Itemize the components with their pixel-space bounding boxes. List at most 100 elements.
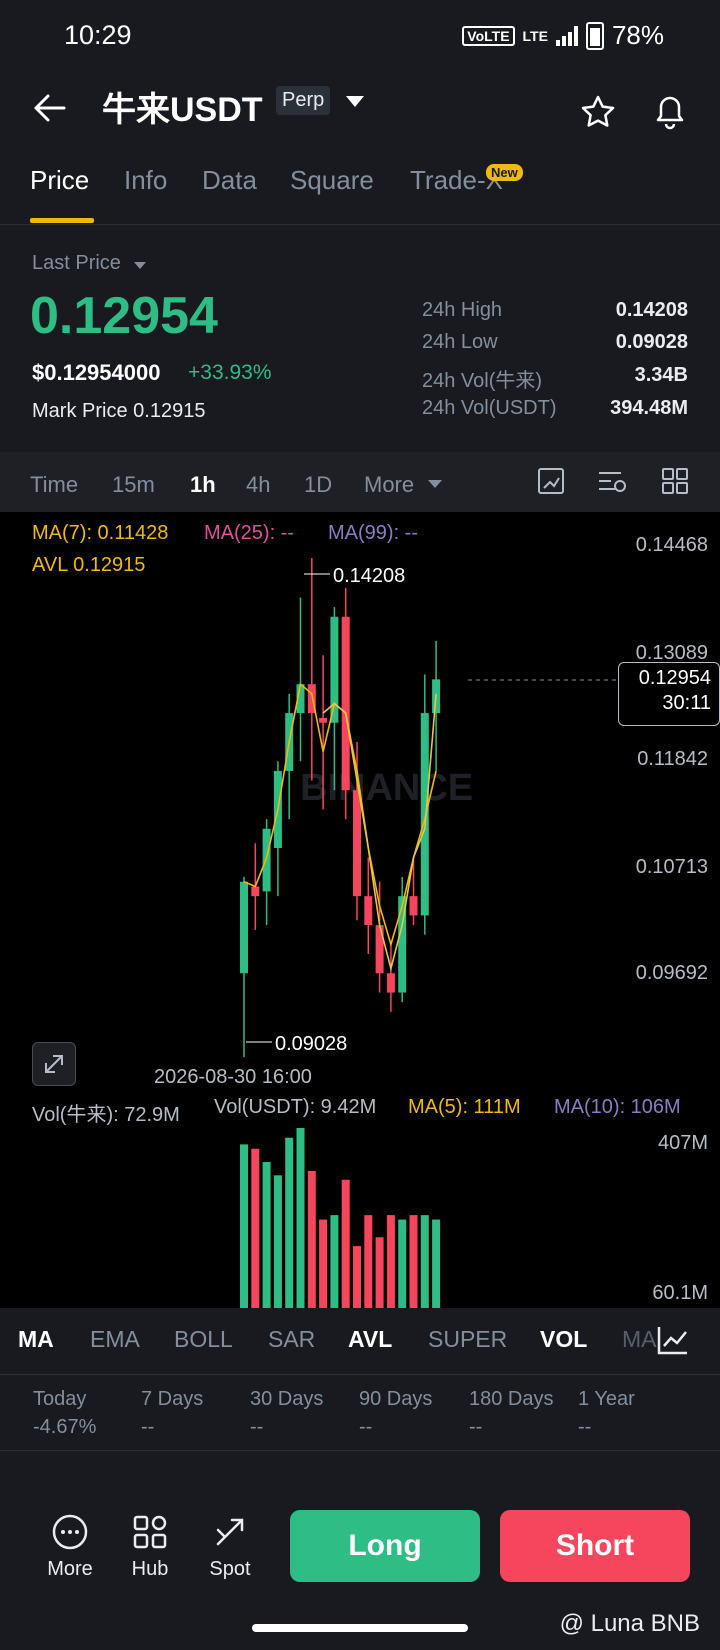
kline-svg[interactable]: BINANCE 0.14208 0.09028 [0,512,720,1308]
price-axis-label: 0.09692 [635,962,708,984]
candle-body [262,828,271,892]
interval-4h[interactable]: 4h [246,472,270,498]
tab-price[interactable]: Price [30,165,89,196]
price-axis-label: 0.11842 [637,748,708,770]
volume-bar [409,1215,418,1308]
period-value: -- [469,1416,483,1438]
last-price-label[interactable]: Last Price [32,252,121,275]
caret-down-icon[interactable] [134,262,146,269]
kline-chart[interactable]: BINANCE 0.14208 0.09028 MA(7): 0.11428 M… [0,512,720,1308]
period-value: -- [359,1416,373,1438]
volume-bar [341,1179,350,1308]
usd-price: $0.12954000 [32,360,161,385]
stat-label: 24h High [422,299,503,321]
fullscreen-button[interactable] [32,1042,76,1086]
hub-label: Hub [131,1558,169,1580]
candle-body [375,925,384,974]
vol-axis-bottom: 60.1M [652,1282,708,1304]
bell-alert-icon[interactable] [652,92,688,130]
indicator-boll[interactable]: BOLL [174,1326,233,1353]
indicator-ma[interactable]: MA [18,1326,54,1353]
stat-label: 24h Vol(牛来) [422,370,543,392]
indicator-ma-sub[interactable]: MA [622,1326,657,1353]
stat-label: 24h Low [422,331,498,353]
lte-icon: LTE [522,27,548,44]
vol-usdt-label: Vol(USDT): 9.42M [214,1096,377,1118]
indicator-avl[interactable]: AVL [348,1326,392,1353]
binance-watermark: BINANCE [300,767,473,809]
price-axis-label: 0.10713 [635,856,708,878]
interval-15m[interactable]: 15m [112,472,155,498]
tab-info[interactable]: Info [124,165,167,196]
indicator-vol[interactable]: VOL [540,1326,587,1353]
stat-value: 0.14208 [615,299,688,321]
volte-icon: VoLTE [462,25,515,46]
spot-arrows-icon [216,1518,244,1546]
pair-title[interactable]: 牛来USDT [102,82,263,131]
tab-square[interactable]: Square [290,165,374,196]
more-circle-icon [52,1514,88,1550]
volume-bars-group [240,1128,441,1308]
period-value: -- [141,1416,155,1438]
candle-body [386,973,395,993]
candle-body [353,790,361,897]
long-button[interactable]: Long [290,1510,480,1582]
expand-icon [45,1055,63,1073]
candle-body [319,717,328,723]
status-bar: 10:29 VoLTE LTE 78% [0,0,720,70]
indicator-settings-icon[interactable] [656,1324,690,1356]
candle-body [364,896,373,926]
hub-button[interactable]: Hub [116,1512,184,1581]
status-icons: VoLTE LTE 78% [462,20,664,51]
clock: 10:29 [64,20,132,50]
ma7-line [243,682,437,948]
caret-down-icon[interactable] [428,480,442,488]
favorite-star-icon[interactable] [580,94,616,130]
more-button[interactable]: More [36,1512,104,1581]
period-label: 180 Days [469,1388,554,1410]
interval-time[interactable]: Time [30,472,78,498]
chart-draw-icon[interactable] [536,466,566,496]
short-button[interactable]: Short [500,1510,690,1582]
period-value: -- [578,1416,592,1438]
volume-bar [285,1137,294,1308]
tab-data[interactable]: Data [202,165,257,196]
candle-body [420,713,429,916]
vol-axis-top: 407M [657,1132,708,1154]
spot-label: Spot [209,1558,251,1580]
divider [0,1450,720,1451]
vol-ma10-label: MA(10): 106M [554,1096,681,1118]
creator-watermark: @ Luna BNB [559,1610,700,1637]
last-price: 0.12954 [30,287,218,345]
period-value: -4.67% [33,1416,97,1438]
period-value: -- [250,1416,264,1438]
spot-button[interactable]: Spot [196,1512,264,1581]
volume-bar [420,1215,429,1308]
vol-coin-label: Vol(牛来): 72.9M [32,1104,180,1126]
main-tabs: Price Info Data Square Trade-X [0,165,720,225]
mark-price-value: 0.12915 [133,400,206,422]
volume-bar [375,1237,384,1308]
avl-label: AVL 0.12915 [32,554,146,576]
layout-grid-icon[interactable] [660,466,690,496]
stat-label: 24h Vol(USDT) [422,397,557,419]
interval-more[interactable]: More [364,472,414,498]
indicator-sar[interactable]: SAR [268,1326,315,1353]
chevron-down-icon[interactable] [346,96,364,107]
battery-icon [585,21,604,50]
stat-value: 394.48M [610,397,688,419]
candle-body [240,881,248,974]
current-price-value: 0.12954 [638,667,711,689]
perp-badge: Perp [276,86,331,115]
back-arrow-icon[interactable] [30,88,70,128]
chart-settings-icon[interactable] [596,466,628,496]
interval-bar: Time 15m 1h 4h 1D More [0,452,720,512]
interval-1d[interactable]: 1D [304,472,332,498]
interval-1h[interactable]: 1h [190,472,216,498]
indicator-ema[interactable]: EMA [90,1326,140,1353]
indicator-super[interactable]: SUPER [428,1326,507,1353]
candle-body [409,896,418,916]
volume-bar [273,1175,282,1308]
more-label: More [47,1558,93,1580]
low-marker-label: 0.09028 [275,1033,347,1055]
